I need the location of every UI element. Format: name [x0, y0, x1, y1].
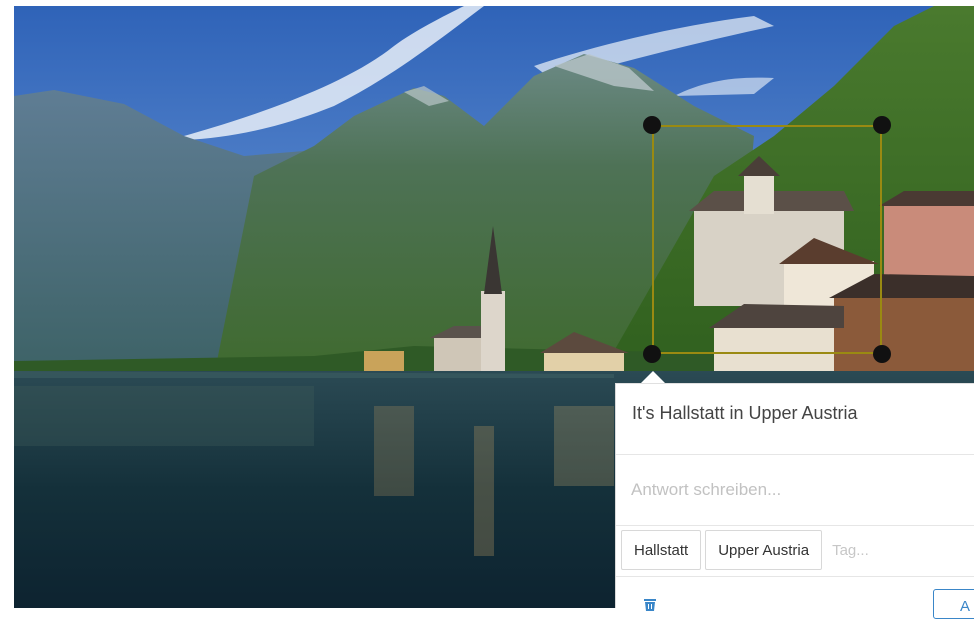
- annotation-popup: It's Hallstatt in Upper Austria Hallstat…: [615, 383, 974, 619]
- tag-hallstatt[interactable]: Hallstatt: [621, 530, 702, 570]
- comment-text: It's Hallstatt in Upper Austria: [632, 403, 858, 423]
- resize-handle-top-left[interactable]: [643, 116, 661, 134]
- tag-input[interactable]: [826, 541, 919, 559]
- tag-upper-austria[interactable]: Upper Austria: [705, 530, 823, 570]
- annotation-rectangle[interactable]: [652, 125, 882, 354]
- divider: [616, 525, 974, 526]
- divider: [616, 576, 974, 577]
- resize-handle-bottom-left[interactable]: [643, 345, 661, 363]
- trash-icon[interactable]: [642, 598, 658, 611]
- submit-button[interactable]: A: [933, 589, 974, 619]
- resize-handle-bottom-right[interactable]: [873, 345, 891, 363]
- tag-list: Hallstatt Upper Austria: [621, 530, 919, 570]
- reply-input[interactable]: [616, 455, 974, 525]
- resize-handle-top-right[interactable]: [873, 116, 891, 134]
